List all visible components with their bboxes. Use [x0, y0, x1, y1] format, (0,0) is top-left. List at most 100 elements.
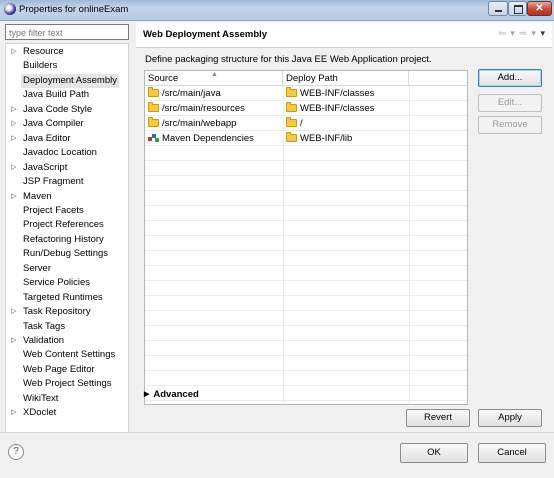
property-page-tree[interactable]: ▷ Resource Builders Deployment Assembly Java…	[5, 43, 129, 433]
nav-item[interactable]: Web Project Settings	[6, 377, 128, 391]
column-header-source[interactable]: Source ▲	[145, 71, 283, 86]
page-header: Web Deployment Assembly ⇦ ▾ ⇨ ▾ ▾	[136, 23, 552, 48]
nav-item[interactable]: Project References	[6, 218, 128, 232]
nav-item[interactable]: WikiText	[6, 392, 128, 406]
nav-item-label: Web Content Settings	[23, 349, 116, 361]
expand-arrow-icon[interactable]: ▷	[11, 103, 16, 117]
expand-arrow-icon[interactable]: ▷	[11, 406, 16, 420]
nav-item[interactable]: Deployment Assembly	[6, 73, 128, 88]
table-row	[145, 281, 467, 296]
nav-item[interactable]: ▷ Validation	[6, 334, 128, 348]
apply-button[interactable]: Apply	[478, 409, 542, 427]
nav-item-label: Server	[23, 262, 51, 274]
table-row[interactable]: /src/main/resources WEB-INF/classes	[145, 101, 467, 116]
expand-arrow-icon[interactable]: ▷	[11, 45, 16, 59]
expand-arrow-icon[interactable]: ▷	[11, 334, 16, 348]
forward-arrow-icon[interactable]: ⇨ ▾	[519, 28, 537, 38]
history-nav[interactable]: ⇦ ▾ ⇨ ▾ ▾	[498, 28, 546, 39]
nav-item-label: Project References	[23, 219, 104, 231]
nav-item[interactable]: ▷ Java Compiler	[6, 117, 128, 131]
minimize-button[interactable]	[488, 1, 508, 16]
eclipse-icon	[4, 3, 16, 15]
column-header-deploy[interactable]: Deploy Path	[283, 71, 409, 86]
table-row	[145, 221, 467, 236]
back-arrow-icon[interactable]: ⇦ ▾	[498, 28, 516, 38]
nav-item[interactable]: ▷ Resource	[6, 45, 128, 59]
expand-arrow-icon[interactable]: ▷	[11, 305, 16, 319]
maximize-button[interactable]	[508, 1, 527, 16]
cancel-button[interactable]: Cancel	[478, 443, 546, 463]
nav-item[interactable]: Builders	[6, 59, 128, 73]
source-path: /src/main/resources	[162, 103, 245, 114]
nav-item[interactable]: ▷ Maven	[6, 190, 128, 204]
deploy-path: WEB-INF/classes	[300, 103, 375, 114]
nav-item-label: Javadoc Location	[23, 147, 97, 159]
source-cell: /src/main/webapp	[148, 117, 236, 130]
nav-item-label: WikiText	[23, 392, 59, 404]
table-row[interactable]: Maven Dependencies WEB-INF/lib	[145, 131, 467, 146]
table-row	[145, 296, 467, 311]
nav-item[interactable]: Javadoc Location	[6, 146, 128, 160]
nav-item-label: JavaScript	[23, 161, 68, 173]
nav-item-label: Builders	[23, 60, 58, 72]
nav-item[interactable]: ▷ Java Code Style	[6, 103, 128, 117]
nav-item-label: Java Code Style	[23, 103, 93, 115]
deploy-cell: WEB-INF/classes	[286, 102, 374, 115]
folder-icon	[286, 87, 297, 97]
table-row	[145, 206, 467, 221]
table-row	[145, 251, 467, 266]
properties-dialog: Properties for onlineExam ✕ ▷ Resource Bui…	[0, 0, 554, 478]
help-icon[interactable]: ?	[8, 444, 24, 460]
page-description: Define packaging structure for this Java…	[145, 54, 432, 65]
nav-item[interactable]: Task Tags	[6, 320, 128, 334]
nav-item[interactable]: Targeted Runtimes	[6, 291, 128, 305]
nav-item-label: Run/Debug Settings	[23, 248, 109, 260]
nav-item[interactable]: Run/Debug Settings	[6, 247, 128, 261]
expand-arrow-icon[interactable]: ▷	[11, 132, 16, 146]
nav-item[interactable]: ▷ JavaScript	[6, 161, 128, 175]
nav-item-label: Project Facets	[23, 204, 84, 216]
nav-item[interactable]: ▷ XDoclet	[6, 406, 128, 420]
nav-item[interactable]: Server	[6, 262, 128, 276]
nav-item[interactable]: Project Facets	[6, 204, 128, 218]
column-header-deploy-label: Deploy Path	[286, 73, 338, 84]
expand-triangle-icon: ▶	[144, 391, 150, 398]
nav-item[interactable]: Web Content Settings	[6, 348, 128, 362]
nav-item-label: Deployment Assembly	[21, 73, 119, 88]
filter-input[interactable]	[5, 24, 129, 40]
close-button[interactable]: ✕	[527, 1, 552, 16]
nav-item-label: Maven	[23, 190, 52, 202]
folder-icon	[148, 102, 159, 112]
advanced-section-toggle[interactable]: ▶ Advanced	[144, 389, 199, 400]
table-row	[145, 341, 467, 356]
expand-arrow-icon[interactable]: ▷	[11, 190, 16, 204]
edit-button[interactable]: Edit...	[478, 94, 542, 112]
nav-item[interactable]: Web Page Editor	[6, 363, 128, 377]
nav-item[interactable]: Refactoring History	[6, 233, 128, 247]
ok-button[interactable]: OK	[400, 443, 468, 463]
assembly-table[interactable]: Source ▲ Deploy Path /src/main/java WEB-I…	[144, 70, 468, 405]
source-cell: /src/main/java	[148, 87, 221, 100]
revert-button[interactable]: Revert	[406, 409, 470, 427]
close-icon: ✕	[535, 3, 544, 14]
nav-item[interactable]: Java Build Path	[6, 88, 128, 102]
expand-arrow-icon[interactable]: ▷	[11, 117, 16, 131]
nav-item[interactable]: ▷ Java Editor	[6, 132, 128, 146]
table-row	[145, 371, 467, 386]
table-row[interactable]: /src/main/java WEB-INF/classes	[145, 86, 467, 101]
page-title: Web Deployment Assembly	[143, 29, 268, 40]
nav-item[interactable]: ▷ Task Repository	[6, 305, 128, 319]
table-row[interactable]: /src/main/webapp /	[145, 116, 467, 131]
nav-item-label: Validation	[23, 335, 65, 346]
nav-item-label: Java Editor	[23, 132, 71, 144]
folder-icon	[286, 117, 297, 127]
nav-item-label: Web Project Settings	[23, 378, 112, 390]
nav-item[interactable]: JSP Fragment	[6, 175, 128, 189]
expand-arrow-icon[interactable]: ▷	[11, 161, 16, 175]
add-button[interactable]: Add...	[478, 69, 542, 87]
view-menu-icon[interactable]: ▾	[540, 28, 546, 38]
title-bar[interactable]: Properties for onlineExam ✕	[0, 0, 554, 21]
nav-item-label: Resource	[23, 46, 64, 57]
remove-button[interactable]: Remove	[478, 116, 542, 134]
nav-item[interactable]: Service Policies	[6, 276, 128, 290]
